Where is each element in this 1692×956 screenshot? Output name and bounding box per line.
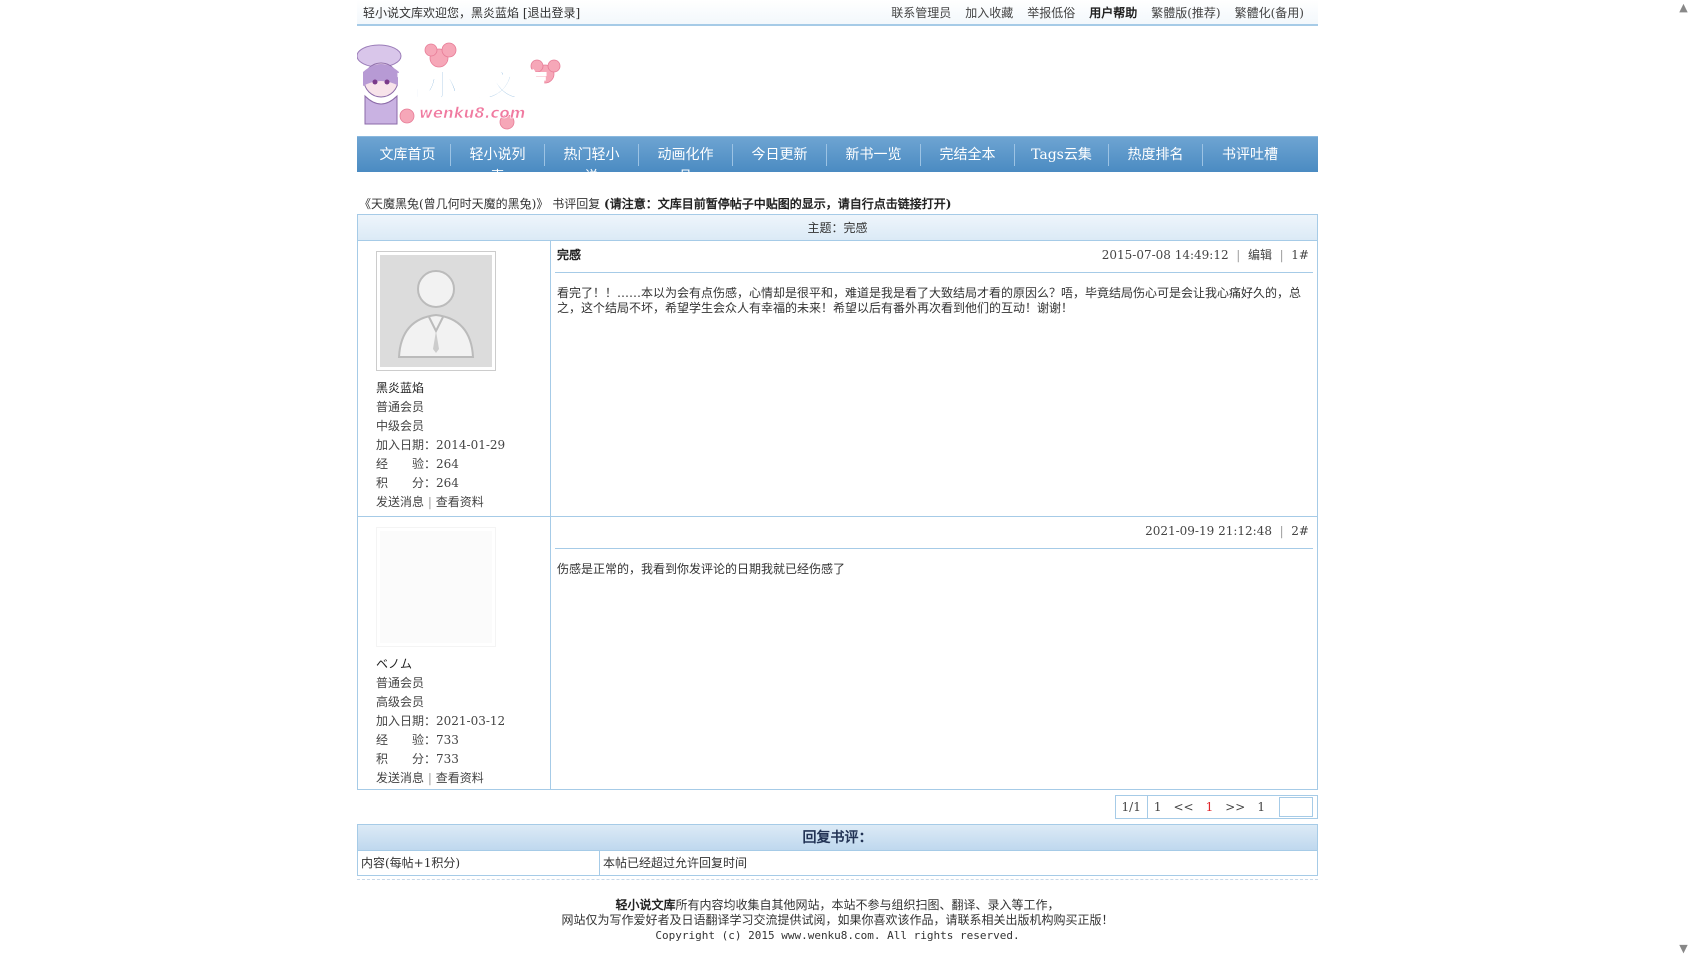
notice-text: (请注意：文库目前暂停帖子中贴图的显示，请自行点击链接打开) xyxy=(604,197,952,211)
logo-subtitle: wenku8.com xyxy=(419,104,525,122)
reply-closed-message: 本帖已经超过允许回复时间 xyxy=(603,856,748,870)
post-meta: 2015-07-08 14:49:12 | 编辑 | 1# xyxy=(1101,248,1309,262)
join-date: 加入日期：2021-03-12 xyxy=(376,714,506,728)
nav-ranking[interactable]: 热度排名 xyxy=(1109,143,1203,166)
footer-line-1: 轻小说文库所有内容均收集自其他网站，本站不参与组织扫图、翻译、录入等工作， xyxy=(357,898,1318,913)
nav-home[interactable]: 文库首页 xyxy=(365,143,451,166)
page-first[interactable]: 1 xyxy=(1148,796,1168,818)
join-date: 加入日期：2014-01-29 xyxy=(376,438,506,452)
nav-novel-list[interactable]: 轻小说列表 xyxy=(451,143,545,185)
traditional-link[interactable]: 繁體版(推荐) xyxy=(1151,4,1220,21)
add-favorite-link[interactable]: 加入收藏 xyxy=(965,4,1013,21)
post-1: 黑炎蓝焰 普通会员 中级会员 加入日期：2014-01-29 经 验：264 积… xyxy=(358,241,1317,517)
footer-copyright: Copyright (c) 2015 www.wenku8.com. All r… xyxy=(655,929,1020,942)
scroll-up-icon[interactable]: ▲ xyxy=(1678,2,1689,13)
nav-today-updates[interactable]: 今日更新 xyxy=(733,143,827,166)
view-profile-link[interactable]: 查看资料 xyxy=(436,771,484,785)
floor-number[interactable]: 1# xyxy=(1291,248,1309,262)
points: 积 分：733 xyxy=(376,752,459,766)
welcome-text[interactable]: 轻小说文库欢迎您，黑炎蓝焰 [退出登录] xyxy=(363,4,580,21)
post-1-user: 黑炎蓝焰 普通会员 中级会员 加入日期：2014-01-29 经 验：264 积… xyxy=(358,241,551,516)
page-last[interactable]: 1 xyxy=(1251,796,1271,818)
username[interactable]: 黑炎蓝焰 xyxy=(376,379,550,398)
logo-title: 輕小說文庫 xyxy=(397,69,547,104)
post-meta: 2021-09-19 21:12:48 | 2# xyxy=(1145,524,1309,538)
post-2-content: 2021-09-19 21:12:48 | 2# 伤感是正常的，我看到你发评论的… xyxy=(551,517,1317,789)
experience: 经 验：733 xyxy=(376,733,459,747)
post-header: 2021-09-19 21:12:48 | 2# xyxy=(555,521,1313,549)
page-count: 1/1 xyxy=(1116,796,1148,818)
user-links: 发送消息 | 查看资料 xyxy=(376,771,484,785)
username[interactable]: ベノム xyxy=(376,655,550,674)
section-label: 书评回复 xyxy=(552,197,601,211)
page-scrollbar[interactable]: ▲ ▼ xyxy=(1675,0,1692,956)
footer-text-1: 所有内容均收集自其他网站，本站不参与组织扫图、翻译、录入等工作， xyxy=(675,898,1060,912)
floor-number[interactable]: 2# xyxy=(1291,524,1309,538)
footer: 轻小说文库所有内容均收集自其他网站，本站不参与组织扫图、翻译、录入等工作， 网站… xyxy=(357,898,1318,943)
footer-line-2: 网站仅为写作爱好者及日语翻译学习交流提供试阅，如果你喜欢该作品，请联系相关出版机… xyxy=(561,913,1114,927)
post-1-content: 完感 2015-07-08 14:49:12 | 编辑 | 1# 看完了！！……… xyxy=(551,241,1317,516)
traditional-backup-link[interactable]: 繁體化(备用) xyxy=(1235,4,1304,21)
send-message-link[interactable]: 发送消息 xyxy=(376,771,424,785)
thread-title: 主题：完感 xyxy=(358,215,1317,241)
experience: 经 验：264 xyxy=(376,457,459,471)
default-user-icon xyxy=(397,270,475,358)
post-time: 2015-07-08 14:49:12 xyxy=(1101,248,1229,262)
send-message-link[interactable]: 发送消息 xyxy=(376,495,424,509)
user-links: 发送消息 | 查看资料 xyxy=(376,495,484,509)
pagination: 1/1 1 << 1 >> 1 xyxy=(1114,795,1318,819)
user-level: 中级会员 xyxy=(376,419,425,433)
page-current: 1 xyxy=(1205,800,1214,814)
view-profile-link[interactable]: 查看资料 xyxy=(436,495,484,509)
avatar[interactable] xyxy=(376,251,496,371)
post-time: 2021-09-19 21:12:48 xyxy=(1145,524,1272,538)
footer-site-name: 轻小说文库 xyxy=(615,898,676,912)
user-group: 普通会员 xyxy=(376,400,425,414)
nav-tags[interactable]: Tags云集 xyxy=(1015,143,1109,166)
post-body: 伤感是正常的，我看到你发评论的日期我就已经伤感了 xyxy=(557,562,846,576)
reply-row: 内容(每帖+1积分) 本帖已经超过允许回复时间 xyxy=(358,851,1317,875)
top-links: 联系管理员 加入收藏 举报低俗 用户帮助 繁體版(推荐) 繁體化(备用) xyxy=(891,4,1304,21)
reply-table: 回复书评： 内容(每帖+1积分) 本帖已经超过允许回复时间 xyxy=(357,824,1318,876)
scroll-down-icon[interactable]: ▼ xyxy=(1678,943,1689,954)
nav-reviews[interactable]: 书评吐槽 xyxy=(1203,144,1297,166)
reply-title: 回复书评： xyxy=(358,825,1317,851)
post-title: 完感 xyxy=(557,248,582,262)
page-next[interactable]: >> xyxy=(1219,796,1251,818)
post-header: 完感 2015-07-08 14:49:12 | 编辑 | 1# xyxy=(555,245,1313,273)
thread-table: 主题：完感 黑炎蓝焰 普通会员 中级会员 加入日期：2014-01-29 经 验… xyxy=(357,214,1318,790)
breadcrumb: 《天魔黑兔(曾几何时天魔的黑兔)》 书评回复 (请注意：文库目前暂停帖子中贴图的… xyxy=(357,194,1318,214)
points: 积 分：264 xyxy=(376,476,459,490)
post-2: ベノム 普通会员 高级会员 加入日期：2021-03-12 经 验：733 积 … xyxy=(358,517,1317,789)
page-prev[interactable]: << xyxy=(1168,796,1200,818)
page-wrapper: 轻小说文库欢迎您，黑炎蓝焰 [退出登录] 联系管理员 加入收藏 举报低俗 用户帮… xyxy=(357,0,1318,943)
nav-hot-novels[interactable]: 热门轻小说 xyxy=(545,143,639,185)
user-level: 高级会员 xyxy=(376,695,425,709)
main-nav: 文库首页 轻小说列表 热门轻小说 动画化作品 今日更新 新书一览 完结全本 Ta… xyxy=(357,136,1318,185)
logo-area: 輕小說文庫 wenku8.com xyxy=(357,26,1318,136)
post-body: 看完了！！……本以为会有点伤感，心情却是很平和，难道是我是看了大致结局才看的原因… xyxy=(557,286,1302,315)
book-link[interactable]: 《天魔黑兔(曾几何时天魔的黑兔)》 xyxy=(359,197,548,211)
pager-row: 1/1 1 << 1 >> 1 xyxy=(357,792,1318,822)
contact-admin-link[interactable]: 联系管理员 xyxy=(891,4,951,21)
user-group: 普通会员 xyxy=(376,676,425,690)
avatar[interactable] xyxy=(376,527,496,647)
nav-anime[interactable]: 动画化作品 xyxy=(639,143,733,185)
nav-new-books[interactable]: 新书一览 xyxy=(827,143,921,166)
nav-completed[interactable]: 完结全本 xyxy=(921,143,1015,166)
top-bar: 轻小说文库欢迎您，黑炎蓝焰 [退出登录] 联系管理员 加入收藏 举报低俗 用户帮… xyxy=(357,0,1318,26)
site-logo[interactable]: 輕小說文庫 wenku8.com xyxy=(357,36,567,132)
edit-link[interactable]: 编辑 xyxy=(1248,248,1272,262)
page-jump-input[interactable] xyxy=(1279,797,1313,817)
post-2-user: ベノム 普通会员 高级会员 加入日期：2021-03-12 经 验：733 积 … xyxy=(358,517,551,789)
report-link[interactable]: 举报低俗 xyxy=(1027,4,1075,21)
user-help-link[interactable]: 用户帮助 xyxy=(1089,4,1137,21)
reply-content-label: 内容(每帖+1积分) xyxy=(358,851,600,875)
divider xyxy=(357,879,1318,880)
